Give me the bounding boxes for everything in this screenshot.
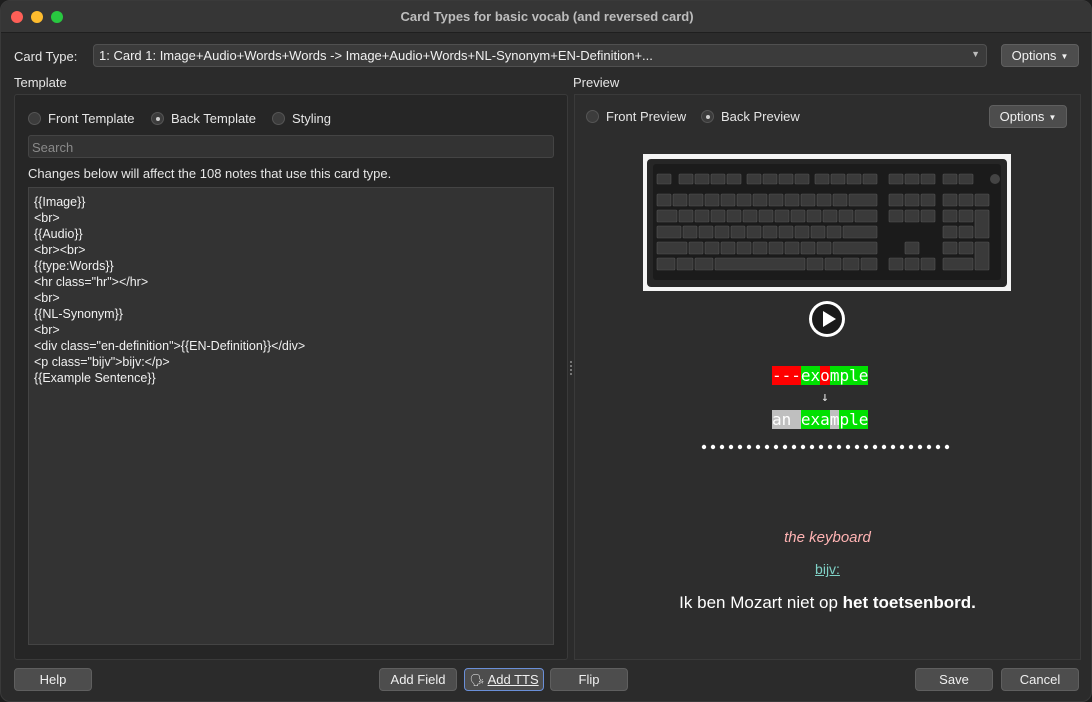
play-icon (812, 304, 842, 334)
chevron-down-icon: ▼ (971, 49, 980, 59)
add-field-button[interactable]: Add Field (379, 668, 457, 691)
code-line: <br> (34, 291, 60, 305)
radio-icon (586, 110, 599, 123)
code-line: <br> (34, 211, 60, 225)
back-preview-radio[interactable]: Back Preview (701, 109, 800, 124)
typed-wrong-segment: o (820, 366, 830, 385)
help-button[interactable]: Help (14, 668, 92, 691)
card-type-options-button[interactable]: Options ▼ (1001, 44, 1079, 67)
front-preview-label: Front Preview (606, 109, 687, 124)
add-tts-button[interactable]: 🗣 Add TTS (464, 668, 544, 691)
code-line: <p class="bijv">bijv:</p> (34, 355, 170, 369)
front-preview-radio[interactable]: Front Preview (586, 109, 686, 124)
typed-wrong-segment: --- (772, 366, 801, 385)
template-search-input[interactable]: Search (28, 135, 554, 158)
back-preview-label: Back Preview (721, 109, 800, 124)
radio-selected-icon (151, 112, 164, 125)
radio-icon (28, 112, 41, 125)
code-line: {{NL-Synonym}} (34, 307, 123, 321)
styling-label: Styling (292, 111, 332, 126)
code-line: {{type:Words}} (34, 259, 114, 273)
window-title: Card Types for basic vocab (and reversed… (400, 9, 694, 24)
expected-missing-segment: an (772, 410, 801, 429)
card-type-selected-value: 1: Card 1: Image+Audio+Words+Words -> Im… (99, 48, 653, 63)
example-sentence: Ik ben Mozart niet op het toetsenbord. (574, 593, 1081, 613)
sentence-plain: Ik ben Mozart niet op (679, 593, 843, 612)
code-line: <br> (34, 323, 60, 337)
caret-down-icon: ▼ (1060, 52, 1069, 62)
options-label: Options (999, 109, 1045, 124)
speaker-icon: 🗣 (469, 673, 485, 687)
add-tts-label: Add TTS (487, 672, 539, 687)
sentence-bold: het toetsenbord. (842, 593, 976, 612)
back-template-radio[interactable]: Back Template (151, 111, 256, 126)
typed-correct-segment: ex (800, 366, 821, 385)
bijv-label: bijv: (815, 561, 840, 577)
typed-answer: ---exomple (772, 366, 869, 385)
styling-radio[interactable]: Styling (272, 111, 331, 126)
front-template-radio[interactable]: Front Template (28, 111, 134, 126)
caret-down-icon: ▼ (1048, 113, 1057, 123)
expected-correct-segment: ple (839, 410, 869, 429)
code-line: <br><br> (34, 243, 86, 257)
back-template-label: Back Template (171, 111, 257, 126)
card-type-label: Card Type: (14, 49, 78, 64)
template-code-editor[interactable]: {{Image}} <br> {{Audio}} <br><br> {{type… (28, 187, 554, 645)
code-line: <hr class="hr"></hr> (34, 275, 149, 289)
radio-icon (272, 112, 285, 125)
down-arrow-icon: ↓ (821, 390, 829, 405)
front-template-label: Front Template (48, 111, 135, 126)
code-line: {{Audio}} (34, 227, 83, 241)
flip-button[interactable]: Flip (550, 668, 628, 691)
code-line: <div class="en-definition">{{EN-Definiti… (34, 339, 306, 353)
notes-affected-notice: Changes below will affect the 108 notes … (28, 166, 392, 181)
dotted-separator (701, 444, 950, 450)
code-line: {{Example Sentence}} (34, 371, 156, 385)
play-audio-button[interactable] (809, 301, 845, 337)
en-definition: the keyboard (784, 529, 871, 546)
preview-section-label: Preview (573, 75, 620, 90)
preview-options-button[interactable]: Options ▼ (989, 105, 1067, 128)
code-line: {{Image}} (34, 195, 86, 209)
panel-splitter-handle[interactable] (570, 361, 573, 377)
options-label: Options (1011, 48, 1057, 63)
card-type-select[interactable]: 1: Card 1: Image+Audio+Words+Words -> Im… (93, 44, 987, 67)
keyboard-image (643, 154, 1011, 291)
typed-correct-segment: mple (829, 366, 869, 385)
expected-missing-segment: m (829, 410, 840, 429)
cancel-button[interactable]: Cancel (1001, 668, 1079, 691)
keyboard-illustration (647, 159, 1007, 287)
save-button[interactable]: Save (915, 668, 993, 691)
radio-selected-icon (701, 110, 714, 123)
card-types-window: Card Types for basic vocab (and reversed… (0, 0, 1092, 702)
expected-answer: an example (772, 410, 869, 429)
expected-correct-segment: exa (800, 410, 830, 429)
title-bar: Card Types for basic vocab (and reversed… (1, 1, 1091, 33)
template-section-label: Template (14, 75, 67, 90)
